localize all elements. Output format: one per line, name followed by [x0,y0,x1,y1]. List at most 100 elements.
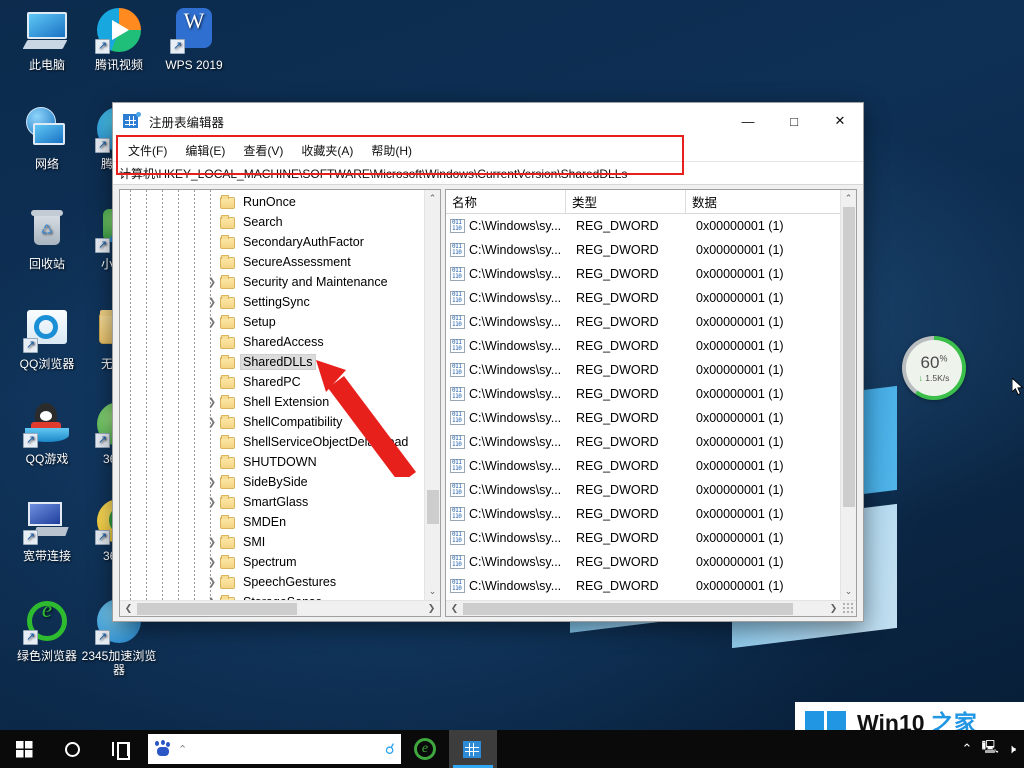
resize-gripper[interactable] [842,602,854,614]
chevron-right-icon[interactable]: ❯ [206,317,218,328]
scroll-right-arrow-icon[interactable]: ❯ [825,603,842,614]
value-row[interactable]: C:\Windows\sy...REG_DWORD0x00000001 (1) [446,430,856,454]
scroll-left-arrow-icon[interactable]: ❮ [446,603,463,614]
network-icon[interactable]: 🖳 [981,738,998,760]
desktop-icon-tencent-video[interactable]: ↗ 腾讯视频 [80,6,158,72]
desktop-icon-green-browser[interactable]: e ↗ 绿色浏览器 [8,597,86,663]
value-row[interactable]: C:\Windows\sy...REG_DWORD0x00000001 (1) [446,214,856,238]
tree-item[interactable]: SharedAccess [120,332,440,352]
baidu-search-icon[interactable]: ☌ [385,740,395,758]
address-bar[interactable]: 计算机\HKEY_LOCAL_MACHINE\SOFTWARE\Microsof… [113,161,863,185]
value-row[interactable]: C:\Windows\sy...REG_DWORD0x00000001 (1) [446,574,856,598]
search-expand-icon[interactable]: ⌃ [178,743,187,756]
scroll-up-arrow-icon[interactable]: ⌃ [425,190,440,207]
value-row[interactable]: C:\Windows\sy...REG_DWORD0x00000001 (1) [446,238,856,262]
desktop-icon-qq-games[interactable]: ↗ QQ游戏 [8,400,86,466]
chevron-right-icon[interactable]: ❯ [206,577,218,588]
tree-item[interactable]: ShellServiceObjectDelayLoad [120,432,440,452]
value-row[interactable]: C:\Windows\sy...REG_DWORD0x00000001 (1) [446,478,856,502]
maximize-button[interactable]: □ [771,103,817,139]
baidu-search-box[interactable]: ⌃ ☌ [148,734,401,764]
scroll-down-arrow-icon[interactable]: ⌄ [425,583,440,600]
value-row[interactable]: C:\Windows\sy...REG_DWORD0x00000001 (1) [446,454,856,478]
scroll-left-arrow-icon[interactable]: ❮ [120,603,137,614]
chevron-right-icon[interactable]: ❯ [206,557,218,568]
desktop-icon-network[interactable]: 网络 [8,105,86,171]
registry-editor-window[interactable]: 注册表编辑器 — □ ✕ 文件(F) 编辑(E) 查看(V) 收藏夹(A) 帮助… [112,102,864,622]
menu-bar[interactable]: 文件(F) 编辑(E) 查看(V) 收藏夹(A) 帮助(H) [113,139,863,161]
tree-item[interactable]: SecureAssessment [120,252,440,272]
value-row[interactable]: C:\Windows\sy...REG_DWORD0x00000001 (1) [446,310,856,334]
desktop-icon-wps-2019[interactable]: W ↗ WPS 2019 [155,6,233,72]
values-header-row[interactable]: 名称 类型 数据 [446,190,856,214]
chevron-right-icon[interactable]: ❯ [206,417,218,428]
value-row[interactable]: C:\Windows\sy...REG_DWORD0x00000001 (1) [446,262,856,286]
taskbar[interactable]: ⌃ ☌ e ⌃ 🖳 🕨 [0,730,1024,768]
search-input[interactable] [193,742,385,756]
values-horizontal-scrollbar[interactable]: ❮ ❯ [446,600,856,616]
window-titlebar[interactable]: 注册表编辑器 — □ ✕ [113,103,863,139]
value-row[interactable]: C:\Windows\sy...REG_DWORD0x00000001 (1) [446,526,856,550]
scroll-up-arrow-icon[interactable]: ⌃ [841,190,856,207]
tree-item[interactable]: ❯SpeechGestures [120,572,440,592]
value-row[interactable]: C:\Windows\sy...REG_DWORD0x00000001 (1) [446,286,856,310]
value-row[interactable]: C:\Windows\sy...REG_DWORD0x00000001 (1) [446,502,856,526]
chevron-right-icon[interactable]: ❯ [206,277,218,288]
system-tray[interactable]: ⌃ 🖳 🕨 [962,738,1024,760]
menu-favorites[interactable]: 收藏夹(A) [292,140,362,161]
minimize-button[interactable]: — [725,103,771,139]
tree-item[interactable]: ❯Setup [120,312,440,332]
network-speed-widget[interactable]: 60% ↓ 1.5K/s [902,336,966,400]
scroll-right-arrow-icon[interactable]: ❯ [423,603,440,614]
start-button[interactable] [0,730,48,768]
value-row[interactable]: C:\Windows\sy...REG_DWORD0x00000001 (1) [446,334,856,358]
values-hscroll-thumb[interactable] [463,603,793,615]
values-scroll-thumb[interactable] [843,207,855,507]
scroll-down-arrow-icon[interactable]: ⌄ [841,583,856,600]
close-button[interactable]: ✕ [817,103,863,139]
tree-item[interactable]: SharedPC [120,372,440,392]
tree-item[interactable]: ❯StorageSense [120,592,440,600]
column-header-type[interactable]: 类型 [566,190,686,213]
column-header-name[interactable]: 名称 [446,190,566,213]
taskbar-app-regedit[interactable] [449,730,497,768]
tree-vertical-scrollbar[interactable]: ⌃ ⌄ [424,190,440,600]
chevron-right-icon[interactable]: ❯ [206,477,218,488]
tree-item[interactable]: ❯SideBySide [120,472,440,492]
chevron-right-icon[interactable]: ❯ [206,497,218,508]
menu-edit[interactable]: 编辑(E) [176,140,234,161]
value-row[interactable]: C:\Windows\sy...REG_DWORD0x00000001 (1) [446,550,856,574]
tree-scroll-area[interactable]: RunOnceSearchSecondaryAuthFactorSecureAs… [120,190,440,600]
chevron-right-icon[interactable]: ❯ [206,297,218,308]
menu-view[interactable]: 查看(V) [234,140,292,161]
task-view-button[interactable] [96,730,144,768]
cortana-button[interactable] [48,730,96,768]
tree-hscroll-thumb[interactable] [137,603,297,615]
tree-item[interactable]: SecondaryAuthFactor [120,232,440,252]
tree-item[interactable]: ❯SMI [120,532,440,552]
values-vertical-scrollbar[interactable]: ⌃ ⌄ [840,190,856,616]
desktop-icon-broadband[interactable]: ↗ 宽带连接 [8,497,86,563]
desktop-icon-qq-browser[interactable]: ↗ QQ浏览器 [8,305,86,371]
tree-item[interactable]: ❯ShellCompatibility [120,412,440,432]
column-header-data[interactable]: 数据 [686,190,856,213]
taskbar-app-green-browser[interactable]: e [401,730,449,768]
tree-item[interactable]: ❯Security and Maintenance [120,272,440,292]
value-row[interactable]: C:\Windows\sy...REG_DWORD0x00000001 (1) [446,406,856,430]
menu-help[interactable]: 帮助(H) [362,140,421,161]
tree-item[interactable]: ❯SmartGlass [120,492,440,512]
tree-item[interactable]: ❯SettingSync [120,292,440,312]
tray-chevron-icon[interactable]: ⌃ [962,741,973,757]
tree-item[interactable]: SHUTDOWN [120,452,440,472]
volume-icon[interactable]: 🕨 [1008,741,1016,757]
value-row[interactable]: C:\Windows\sy...REG_DWORD0x00000001 (1) [446,382,856,406]
registry-values-pane[interactable]: 名称 类型 数据 C:\Windows\sy...REG_DWORD0x0000… [445,189,857,617]
tree-item[interactable]: ❯Shell Extension [120,392,440,412]
tree-item[interactable]: SharedDLLs [120,352,440,372]
values-list[interactable]: C:\Windows\sy...REG_DWORD0x00000001 (1)C… [446,214,856,600]
chevron-right-icon[interactable]: ❯ [206,537,218,548]
registry-tree-pane[interactable]: RunOnceSearchSecondaryAuthFactorSecureAs… [119,189,441,617]
tree-horizontal-scrollbar[interactable]: ❮ ❯ [120,600,440,616]
desktop-icon-this-pc[interactable]: 此电脑 [8,6,86,72]
menu-file[interactable]: 文件(F) [119,140,176,161]
